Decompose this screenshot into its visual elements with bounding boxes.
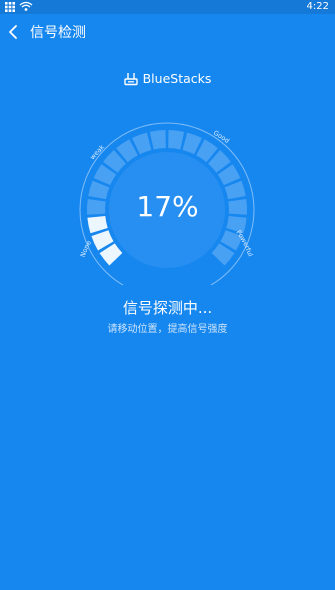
device-info: BlueStacks <box>0 70 335 91</box>
chevron-left-icon <box>9 25 17 39</box>
signal-percentage: 17% <box>136 190 199 223</box>
gauge-segment-empty <box>168 130 185 150</box>
back-button[interactable] <box>4 20 26 44</box>
page-title: 信号检测 <box>30 25 86 41</box>
detection-status-hint: 请移动位置，提高信号强度 <box>107 324 228 335</box>
device-name: BlueStacks <box>142 71 212 86</box>
wifi-signal-icon <box>19 1 33 11</box>
detection-status-title: 信号探测中... <box>122 299 213 317</box>
app-grid-icon <box>5 2 15 12</box>
status-time: 4:22 <box>306 1 329 12</box>
status-bar: 4:22 <box>0 0 335 14</box>
gauge-segment-empty <box>149 130 166 150</box>
router-icon <box>123 73 138 86</box>
app-header: 信号检测 <box>0 14 335 52</box>
gauge-label-none: None <box>79 239 93 258</box>
